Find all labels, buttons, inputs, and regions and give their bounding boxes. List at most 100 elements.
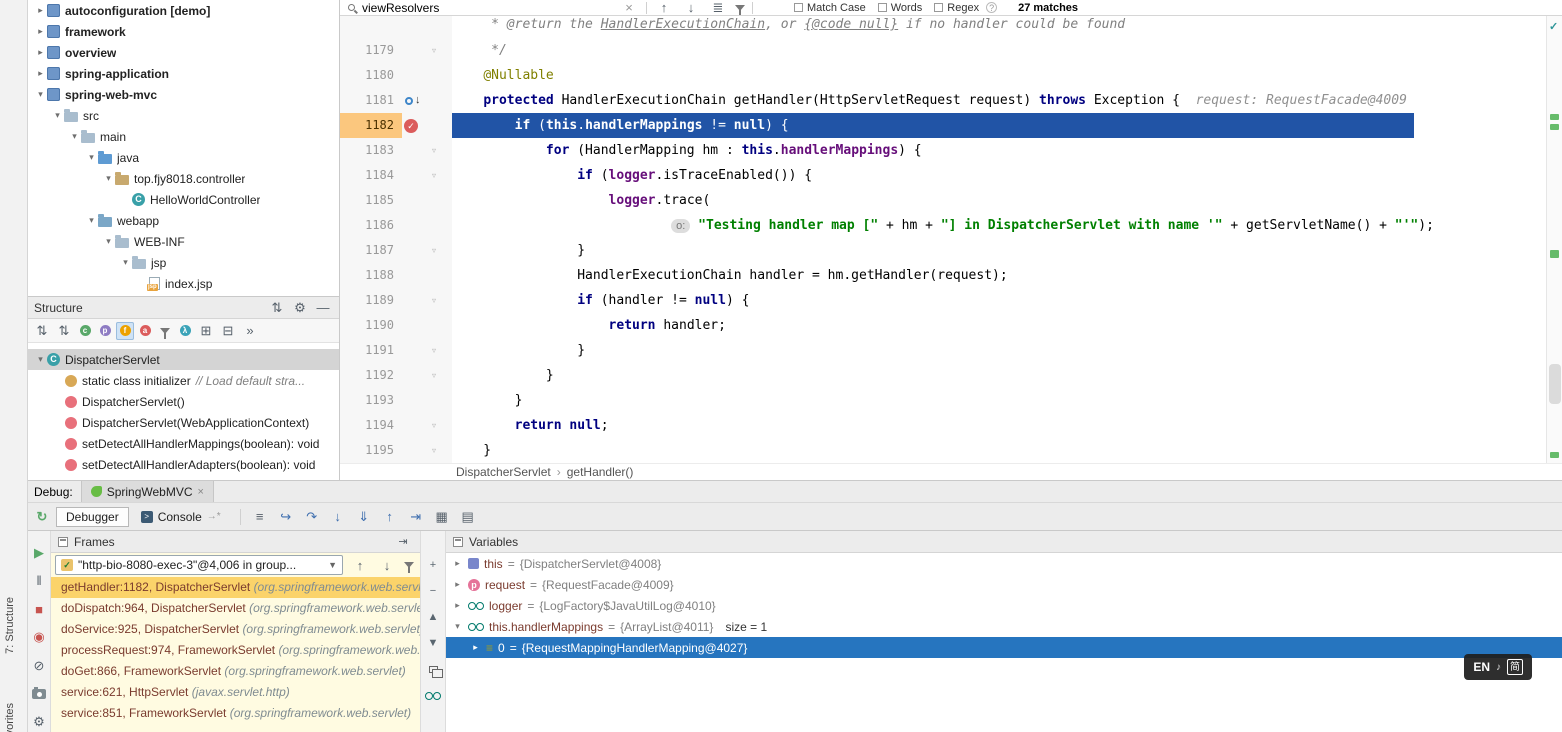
search-help-icon[interactable]: ? [986,2,997,13]
chevron-expanded-icon[interactable]: ▾ [34,89,47,100]
watches-icon[interactable] [425,687,441,703]
code-line-text[interactable]: */ [452,38,1562,63]
camera-icon[interactable] [29,684,49,703]
show-classes-icon[interactable]: c [76,322,94,340]
code-line[interactable]: 1195▿ } [340,438,1562,463]
fold-marker-icon[interactable]: ▿ [432,413,436,438]
code-line-text[interactable]: } [452,438,1562,463]
fold-marker-icon[interactable]: ▿ [432,363,436,388]
code-line-text[interactable]: @Nullable [452,63,1562,88]
evaluate-icon[interactable]: ▦ [432,507,452,527]
code-line[interactable]: 1183▿ for (HandlerMapping hm : this.hand… [340,138,1562,163]
pause-icon[interactable]: ‖ [29,571,49,590]
tool-window-button-favorites[interactable]: 2: Favorites [4,703,16,732]
code-line[interactable]: 1181↓ protected HandlerExecutionChain ge… [340,88,1562,113]
project-tree-item[interactable]: ▾src [28,105,339,126]
code-line[interactable]: 1182✓ if (this.handlerMappings != null) … [340,113,1562,138]
next-occurrence-icon[interactable]: ↓ [681,0,701,16]
filter-icon[interactable] [156,322,174,340]
fold-marker-icon[interactable]: ▿ [432,338,436,363]
settings-icon[interactable]: ⚙ [29,713,49,732]
code-line[interactable]: 1186 o: "Testing handler map [" + hm + "… [340,213,1562,238]
show-execution-point-icon[interactable]: ↪ [276,507,296,527]
mute-breakpoints-icon[interactable]: ⊘ [29,656,49,675]
project-tree-item[interactable]: ▾main [28,126,339,147]
variable-row[interactable]: ▸logger = {LogFactory$JavaUtilLog@4010} [446,595,1562,616]
code-line-text[interactable]: return handler; [452,313,1562,338]
chevron-collapsed-icon[interactable]: ▸ [34,68,47,79]
code-line-text[interactable]: o: "Testing handler map [" + hm + "] in … [452,213,1562,238]
fold-marker-icon[interactable]: ▿ [432,288,436,313]
chevron-collapsed-icon[interactable]: ▸ [34,47,47,58]
code-line-text[interactable]: } [452,363,1562,388]
step-out-icon[interactable]: ↑ [380,507,400,527]
code-line-text[interactable]: if (this.handlerMappings != null) { [452,113,1414,138]
project-tree-item[interactable]: ▾java [28,147,339,168]
frame-row[interactable]: doService:925, DispatcherServlet (org.sp… [51,619,420,640]
layout-icon[interactable]: ▤ [458,507,478,527]
chevron-expanded-icon[interactable]: ▾ [452,621,463,632]
chevron-expanded-icon[interactable]: ▾ [51,110,64,121]
settings-icon[interactable]: ⚙ [290,298,310,318]
code-line[interactable]: 1187▿ } [340,238,1562,263]
project-tree-item[interactable]: ▾webapp [28,210,339,231]
chevron-expanded-icon[interactable]: ▾ [102,236,115,247]
code-line-text[interactable]: logger.trace( [452,188,1562,213]
project-tree-item[interactable]: index.jsp [28,273,339,294]
more-icon[interactable]: » [240,321,260,341]
sort-visibility-icon[interactable]: ⇅ [267,298,287,318]
frame-row[interactable]: doDispatch:964, DispatcherServlet (org.s… [51,598,420,619]
move-down-icon[interactable]: ▼ [425,635,441,651]
variable-row[interactable]: ▸this = {DispatcherServlet@4008} [446,553,1562,574]
input-language-indicator[interactable]: EN ♪ 简 [1464,654,1532,680]
code-line-text[interactable]: } [452,238,1562,263]
code-line-text[interactable]: return null; [452,413,1562,438]
structure-item[interactable]: setDetectAllHandlerMappings(boolean): vo… [28,433,339,454]
code-line-text[interactable]: for (HandlerMapping hm : this.handlerMap… [452,138,1562,163]
frame-row[interactable]: service:851, FrameworkServlet (org.sprin… [51,703,420,724]
lambda-icon[interactable]: λ [176,322,194,340]
search-option-regex[interactable]: Regex [934,2,979,14]
structure-item[interactable]: DispatcherServlet(WebApplicationContext) [28,412,339,433]
project-tree-item[interactable]: ▾WEB-INF [28,231,339,252]
step-over-icon[interactable]: ↷ [302,507,322,527]
code-line[interactable]: 1191▿ } [340,338,1562,363]
frame-row[interactable]: doGet:866, FrameworkServlet (org.springf… [51,661,420,682]
code-line[interactable]: 1180 @Nullable [340,63,1562,88]
project-tree-item[interactable]: ▸autoconfiguration [demo] [28,0,339,21]
chevron-expanded-icon[interactable]: ▾ [119,257,132,268]
resume-icon[interactable]: ▶ [29,543,49,562]
hide-icon[interactable]: — [313,298,333,318]
code-line[interactable]: * @return the HandlerExecutionChain, or … [340,16,1562,38]
fold-marker-icon[interactable]: ▿ [432,238,436,263]
breadcrumb-item[interactable]: getHandler() [567,465,634,479]
frame-row[interactable]: processRequest:974, FrameworkServlet (or… [51,640,420,661]
tab-debugger[interactable]: Debugger [56,507,129,527]
debug-session-tab[interactable]: SpringWebMVC × [81,481,214,502]
chevron-expanded-icon[interactable]: ▾ [85,215,98,226]
chevron-collapsed-icon[interactable]: ▸ [34,5,47,16]
code-line[interactable]: 1179▿ */ [340,38,1562,63]
code-line[interactable]: 1194▿ return null; [340,413,1562,438]
force-step-into-icon[interactable]: ⇓ [354,507,374,527]
variable-row[interactable]: ▸≡0 = {RequestMappingHandlerMapping@4027… [446,637,1562,658]
code-line[interactable]: 1193 } [340,388,1562,413]
editor-scrollbar[interactable]: ✓ [1546,16,1562,463]
hide-library-frames-icon[interactable] [404,562,414,568]
code-editor[interactable]: * @return the HandlerExecutionChain, or … [340,16,1562,463]
scrollbar-thumb[interactable] [1549,364,1561,404]
code-line[interactable]: 1189▿ if (handler != null) { [340,288,1562,313]
breakpoint-icon[interactable]: ✓ [404,119,418,133]
thread-selector[interactable]: ✓ "http-bio-8080-exec-3"@4,006 in group.… [55,555,343,575]
code-line-text[interactable]: HandlerExecutionChain handler = hm.getHa… [452,263,1562,288]
previous-frame-icon[interactable]: ↑ [350,555,370,575]
chevron-collapsed-icon[interactable]: ▸ [452,558,463,569]
chevron-collapsed-icon[interactable]: ▸ [470,642,481,653]
highlight-all-icon[interactable]: ≣ [708,0,728,16]
tab-console[interactable]: >Console→* [131,507,231,527]
chevron-expanded-icon[interactable]: ▾ [34,354,47,365]
fold-marker-icon[interactable]: ▿ [432,438,436,463]
code-line[interactable]: 1190 return handler; [340,313,1562,338]
rerun-icon[interactable]: ↻ [32,507,52,527]
project-tree-item[interactable]: ▸framework [28,21,339,42]
